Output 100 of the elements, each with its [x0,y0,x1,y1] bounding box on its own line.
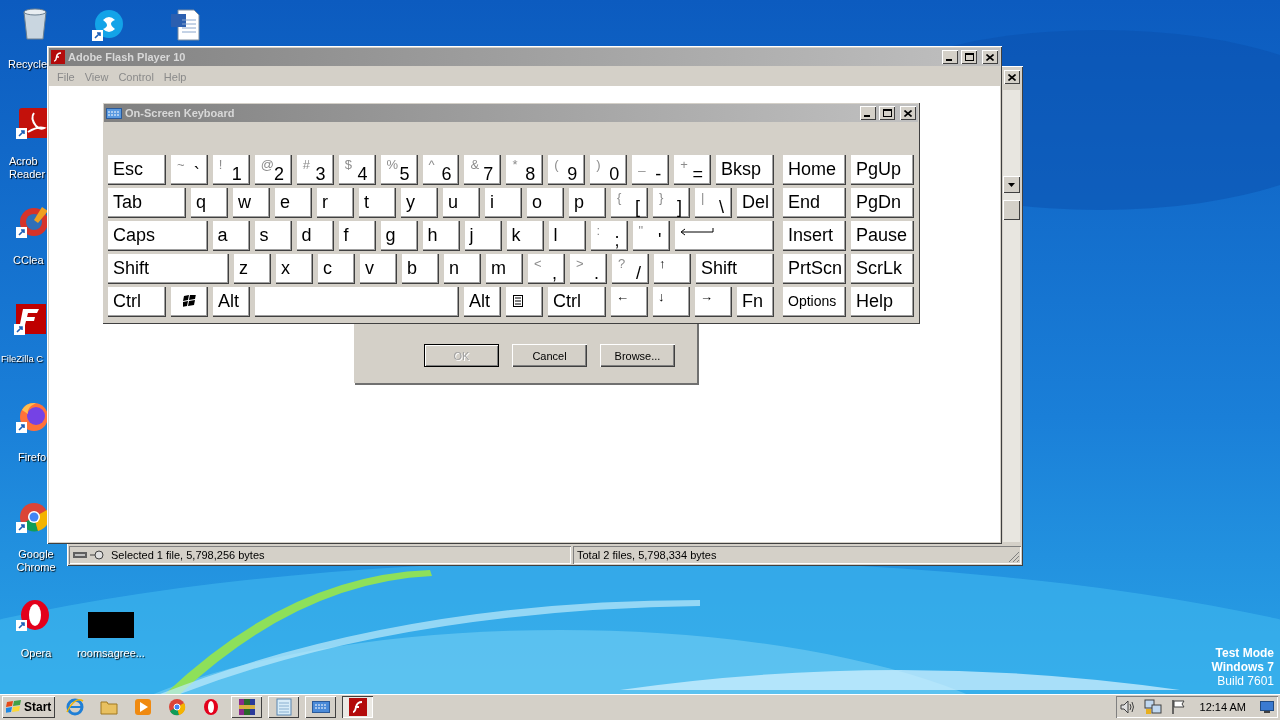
keyboard-key[interactable]: Ctrl [548,287,606,317]
space-key[interactable] [255,287,459,317]
file-thumbnail-icon[interactable] [88,612,134,638]
keyboard-key[interactable]: & 7 [464,155,502,185]
keyboard-key[interactable]: k [506,221,544,251]
taskbar-button[interactable] [305,696,337,718]
keyboard-key[interactable]: m [486,254,523,284]
keyboard-key[interactable]: Esc [108,155,166,185]
keyboard-key[interactable]: y [401,188,438,218]
keyboard-key[interactable]: $ 4 [338,155,376,185]
start-button[interactable]: Start [2,696,56,718]
keyboard-key[interactable]: # 3 [296,155,334,185]
keyboard-key[interactable]: | \ [695,188,732,218]
show-desktop-icon[interactable] [1260,701,1274,713]
keyboard-key[interactable]: Help [851,287,914,317]
taskbar-button[interactable] [231,696,263,718]
filezilla-icon[interactable] [14,302,48,336]
keyboard-key[interactable]: z [234,254,271,284]
network-icon[interactable] [1143,699,1162,715]
keyboard-key[interactable]: Del [737,188,774,218]
keyboard-key[interactable]: ^ 6 [422,155,460,185]
keyboard-key[interactable]: i [485,188,522,218]
keyboard-key[interactable]: @2 [254,155,292,185]
keyboard-key[interactable]: l [548,221,586,251]
arrow-key[interactable]: ↓ [653,287,690,317]
dialog-button[interactable]: Cancel [512,344,587,367]
document-icon[interactable] [168,8,202,42]
keyboard-key[interactable]: n [444,254,481,284]
dialog-button[interactable]: Browse... [600,344,675,367]
keyboard-key[interactable]: ( 9 [548,155,586,185]
keyboard-key[interactable]: PrtScn [783,254,846,284]
speaker-icon[interactable] [1119,700,1136,714]
keyboard-key[interactable]: * 8 [506,155,544,185]
arrow-key[interactable]: ← [611,287,648,317]
keyboard-key[interactable]: _ - [632,155,670,185]
keyboard-key[interactable]: j [464,221,502,251]
taskbar-button[interactable] [268,696,300,718]
keyboard-key[interactable]: " ' [632,221,670,251]
keyboard-key[interactable]: %5 [380,155,418,185]
arrow-key[interactable]: ↑ [654,254,691,284]
minimize-button[interactable] [942,50,958,64]
keyboard-key[interactable]: a [212,221,250,251]
keyboard-key[interactable]: ScrLk [851,254,914,284]
keyboard-key[interactable]: f [338,221,376,251]
keyboard-key[interactable]: Alt [213,287,250,317]
keyboard-key[interactable]: ? / [612,254,649,284]
keyboard-key[interactable]: PgUp [851,155,914,185]
opera-icon[interactable] [16,598,50,632]
keyboard-key[interactable]: Pause [851,221,914,251]
maximize-button[interactable] [879,106,895,120]
close-button[interactable] [982,50,998,64]
arrow-key[interactable]: → [695,287,732,317]
flag-icon[interactable] [1169,699,1186,715]
keyboard-key[interactable]: p [569,188,606,218]
keyboard-key[interactable]: h [422,221,460,251]
keyboard-key[interactable]: x [276,254,313,284]
acrobat-icon[interactable] [16,106,50,140]
scrollbar[interactable] [1003,90,1020,542]
keyboard-key[interactable]: : ; [590,221,628,251]
keyboard-key[interactable]: ~ ` [170,155,208,185]
keyboard-key[interactable]: ) 0 [590,155,628,185]
keyboard-key[interactable]: < , [528,254,565,284]
close-button[interactable] [900,106,916,120]
keyboard-key[interactable]: > . [570,254,607,284]
minimize-button[interactable] [860,106,876,120]
keyboard-key[interactable]: Caps [108,221,208,251]
menu-key[interactable] [506,287,543,317]
keyboard-key[interactable]: r [317,188,354,218]
keyboard-key[interactable]: Insert [783,221,846,251]
chrome-icon[interactable] [16,500,50,534]
scroll-down-button[interactable] [1003,176,1020,193]
keyboard-key[interactable]: q [191,188,228,218]
keyboard-key[interactable]: Options [783,287,846,317]
keyboard-key[interactable]: c [318,254,355,284]
maximize-button[interactable] [961,50,977,64]
keyboard-key[interactable]: Home [783,155,846,185]
close-button[interactable] [1004,70,1020,84]
keyboard-key[interactable]: w [233,188,270,218]
keyboard-key[interactable]: { [ [611,188,648,218]
keyboard-key[interactable]: } ] [653,188,690,218]
keyboard-key[interactable]: o [527,188,564,218]
keyboard-key[interactable]: Shift [696,254,774,284]
keyboard-key[interactable]: v [360,254,397,284]
keyboard-key[interactable]: End [783,188,846,218]
keyboard-key[interactable]: Alt [464,287,501,317]
keyboard-key[interactable]: Shift [108,254,229,284]
keyboard-key[interactable]: d [296,221,334,251]
ccleaner-icon[interactable] [16,205,50,239]
keyboard-key[interactable]: + = [674,155,712,185]
keyboard-key[interactable]: PgDn [851,188,914,218]
keyboard-key[interactable]: t [359,188,396,218]
keyboard-key[interactable]: s [254,221,292,251]
taskbar-button[interactable] [342,696,374,718]
keyboard-key[interactable]: Ctrl [108,287,166,317]
keyboard-key[interactable]: g [380,221,418,251]
keyboard-key[interactable]: Bksp [716,155,774,185]
clock[interactable]: 12:14 AM [1193,701,1252,713]
keyboard-key[interactable]: ! 1 [212,155,250,185]
keyboard-key[interactable]: Tab [108,188,186,218]
resize-grip-icon[interactable] [1008,551,1020,563]
